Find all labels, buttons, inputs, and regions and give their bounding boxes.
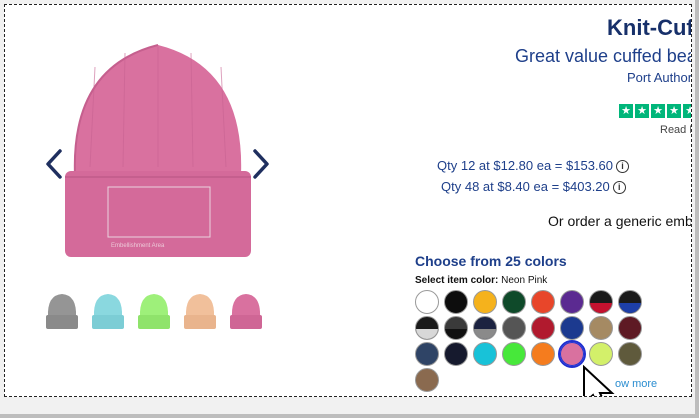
color-swatch-dark-grey[interactable] [502,316,526,340]
color-swatch-brown[interactable] [415,368,439,392]
thumbnail-peach[interactable] [183,291,217,331]
color-swatch-black-white[interactable] [415,316,439,340]
color-swatch-slate-blue[interactable] [415,342,439,366]
star-icon: ★ [619,104,633,118]
color-swatch-olive[interactable] [618,342,642,366]
qty-12-price-text: Qty 12 at $12.80 ea = $153.60 [437,158,614,173]
thumbnail-strip [45,291,263,331]
color-swatch-black-red[interactable] [589,290,613,314]
product-brand[interactable]: Port Author [627,70,691,85]
color-swatch-black-royal[interactable] [618,290,642,314]
color-swatch-black[interactable] [444,290,468,314]
thumbnail-grey[interactable] [45,291,79,331]
colors-heading: Choose from 25 colors [415,253,567,269]
color-swatch-neon-pink[interactable] [558,340,586,368]
color-swatch-white[interactable] [415,290,439,314]
color-swatch-royal[interactable] [560,316,584,340]
color-swatch-khaki[interactable] [589,316,613,340]
qty-12-price: Qty 12 at $12.80 ea = $153.60 i [437,158,630,173]
color-swatch-lime[interactable] [589,342,613,366]
generic-order-text: Or order a generic embro [548,213,692,229]
color-swatch-purple[interactable] [560,290,584,314]
color-swatch-navy-grey[interactable] [473,316,497,340]
swatch-accent [619,303,641,313]
color-swatch-turquoise[interactable] [473,342,497,366]
thumbnail-aqua[interactable] [91,291,125,331]
main-product-image: Embellishment Area [65,44,251,257]
trustpilot-rating[interactable]: ★ ★ ★ ★ ★ [619,104,691,118]
color-swatch-maroon[interactable] [618,316,642,340]
thumbnail-lime[interactable] [137,291,171,331]
thumbnail-pink[interactable] [229,291,263,331]
product-title: Knit-Cuff [607,15,692,40]
swatch-accent [590,303,612,313]
next-image-arrow-icon[interactable] [252,148,270,180]
color-swatch-charcoal-black[interactable] [444,316,468,340]
star-icon: ★ [667,104,681,118]
swatch-accent [474,329,496,339]
star-icon: ★ [635,104,649,118]
qty-48-price: Qty 48 at $8.40 ea = $403.20 i [441,179,626,194]
color-swatch-dark-navy[interactable] [444,342,468,366]
selected-color-label: Select item color: Neon Pink [415,275,547,286]
previous-image-arrow-icon[interactable] [45,148,63,180]
color-swatch-gold[interactable] [473,290,497,314]
color-swatch-red[interactable] [531,316,555,340]
color-swatch-orange-red[interactable] [531,290,555,314]
info-icon[interactable]: i [612,181,626,194]
color-swatch-neon-orange[interactable] [531,342,555,366]
product-page: Embellishment Area Knit-Cuff Great value… [4,4,692,397]
swatch-accent [445,329,467,339]
swatch-accent [416,329,438,339]
embellishment-area-label: Embellishment Area [111,243,165,249]
product-subtitle: Great value cuffed bea [515,46,692,66]
mouse-pointer-icon [583,365,615,396]
color-swatch-neon-green[interactable] [502,342,526,366]
qty-48-price-text: Qty 48 at $8.40 ea = $403.20 [441,179,610,194]
star-icon: ★ [683,104,691,118]
star-icon: ★ [651,104,665,118]
info-icon[interactable]: i [616,160,630,173]
selected-color-name: Neon Pink [501,275,548,286]
select-color-prefix: Select item color: [415,275,499,286]
read-reviews-link[interactable]: Read Re [660,124,691,136]
color-swatch-dark-green[interactable] [502,290,526,314]
